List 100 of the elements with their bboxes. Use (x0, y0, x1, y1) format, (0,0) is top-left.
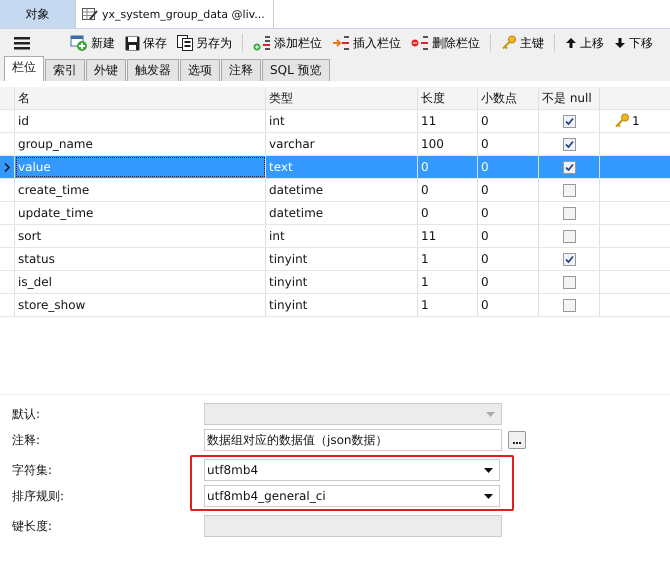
table-cell: 0 (478, 133, 539, 155)
ellipsis-button[interactable] (508, 431, 526, 449)
toolbar-button[interactable]: 下移 (610, 32, 657, 54)
key-number: 1 (632, 114, 640, 128)
table-cell: group_name (15, 133, 266, 155)
checkbox[interactable] (562, 160, 576, 174)
table-cell: value (15, 156, 266, 178)
caret-icon (484, 494, 493, 498)
arrow-down-icon (614, 37, 626, 49)
table-cell: int (266, 110, 418, 132)
tab[interactable]: 选项 (180, 59, 220, 81)
table-cell: text (266, 156, 418, 178)
table-cell: 0 (478, 225, 539, 247)
add-table-icon (70, 35, 88, 51)
table-edit-icon (82, 7, 98, 21)
table-cell: tinyint (266, 271, 418, 293)
checkbox[interactable] (562, 138, 576, 150)
table-cell: 0 (478, 202, 539, 224)
checkbox[interactable] (562, 252, 576, 266)
key-icon (614, 113, 630, 129)
table-row[interactable]: store_show tinyint 1 0 (0, 294, 670, 317)
table-cell: create_time (15, 179, 266, 201)
caret-icon (486, 412, 495, 416)
table-row[interactable]: status tinyint 1 0 (0, 248, 670, 271)
checkbox[interactable] (562, 206, 576, 220)
arrow-up-icon (565, 37, 577, 49)
table-cell: 0 (478, 271, 539, 293)
table-cell: 1 (418, 271, 478, 293)
checkbox[interactable] (562, 298, 576, 312)
dropdown[interactable]: utf8mb4_general_ci (204, 485, 500, 507)
field-label: 键长度: (12, 518, 54, 534)
tab[interactable]: yx_system_group_data @liv... (75, 0, 274, 28)
field-label: 排序规则: (12, 488, 66, 504)
tab[interactable]: 索引 (45, 59, 85, 81)
toolbar-button[interactable]: 主键 (497, 32, 548, 54)
column-header: 类型 (266, 87, 418, 109)
table-cell: 0 (478, 110, 539, 132)
table-row[interactable]: update_time datetime 0 0 (0, 202, 670, 225)
table-cell: id (15, 110, 266, 132)
toolbar-button[interactable]: 插入栏位 (328, 32, 405, 54)
input-field[interactable]: 数据组对应的数据值（json数据） (204, 429, 502, 451)
table-row[interactable]: is_del tinyint 1 0 (0, 271, 670, 294)
table-cell: int (266, 225, 418, 247)
toolbar-button[interactable]: 另存为 (173, 32, 236, 54)
checkbox[interactable] (562, 184, 576, 196)
table-cell: varchar (266, 133, 418, 155)
save-icon (125, 36, 140, 50)
toolbar-button[interactable]: 保存 (121, 32, 171, 54)
insert-column-icon (332, 35, 350, 51)
table-cell: 1 (418, 248, 478, 270)
table-cell: 11 (418, 110, 478, 132)
row-pointer-icon (4, 162, 10, 172)
key-icon (501, 35, 517, 51)
table-cell: update_time (15, 202, 266, 224)
table-cell: status (15, 248, 266, 270)
table-cell: tinyint (266, 248, 418, 270)
toolbar-button[interactable]: 删除栏位 (407, 32, 484, 54)
table-cell: 0 (478, 248, 539, 270)
toolbar-button[interactable]: 添加栏位 (249, 32, 326, 54)
field-label: 默认: (12, 406, 42, 422)
column-header: 长度 (418, 87, 478, 109)
table-cell: 0 (478, 179, 539, 201)
table-cell: sort (15, 225, 266, 247)
table-cell: 11 (418, 225, 478, 247)
table-cell: 0 (478, 294, 539, 316)
table-cell: 0 (418, 202, 478, 224)
table-cell: 100 (418, 133, 478, 155)
add-column-icon (253, 35, 271, 51)
checkbox[interactable] (562, 230, 576, 242)
save-as-icon (177, 35, 193, 51)
field-label: 字符集: (12, 462, 54, 478)
table-row[interactable]: id int 11 0 1 (0, 110, 670, 133)
tab[interactable]: 外键 (86, 59, 126, 81)
tab[interactable]: 注释 (221, 59, 261, 81)
table-cell: datetime (266, 179, 418, 201)
table-cell: is_del (15, 271, 266, 293)
field-label: 注释: (12, 432, 42, 448)
checkbox[interactable] (562, 276, 576, 288)
tab[interactable]: 对象 (0, 0, 75, 28)
toolbar-button[interactable]: 新建 (66, 32, 119, 54)
table-cell: 0 (418, 156, 478, 178)
table-cell: 0 (478, 156, 539, 178)
column-header: 名 (15, 87, 266, 109)
table-cell: datetime (266, 202, 418, 224)
column-header: 不是 null (539, 87, 600, 109)
table-cell: tinyint (266, 294, 418, 316)
tab[interactable]: 触发器 (127, 59, 179, 81)
table-row[interactable]: sort int 11 0 (0, 225, 670, 248)
tab[interactable]: 栏位 (4, 56, 44, 81)
menu-icon (14, 36, 30, 50)
table-row[interactable]: create_time datetime 0 0 (0, 179, 670, 202)
dropdown[interactable]: utf8mb4 (204, 459, 500, 481)
tab[interactable]: SQL 预览 (262, 59, 330, 81)
table-cell: store_show (15, 294, 266, 316)
delete-column-icon (411, 35, 429, 51)
toolbar-button[interactable]: 上移 (561, 32, 608, 54)
table-cell: 1 (418, 294, 478, 316)
caret-icon (484, 468, 493, 472)
column-header: 小数点 (478, 87, 539, 109)
checkbox[interactable] (562, 114, 576, 128)
